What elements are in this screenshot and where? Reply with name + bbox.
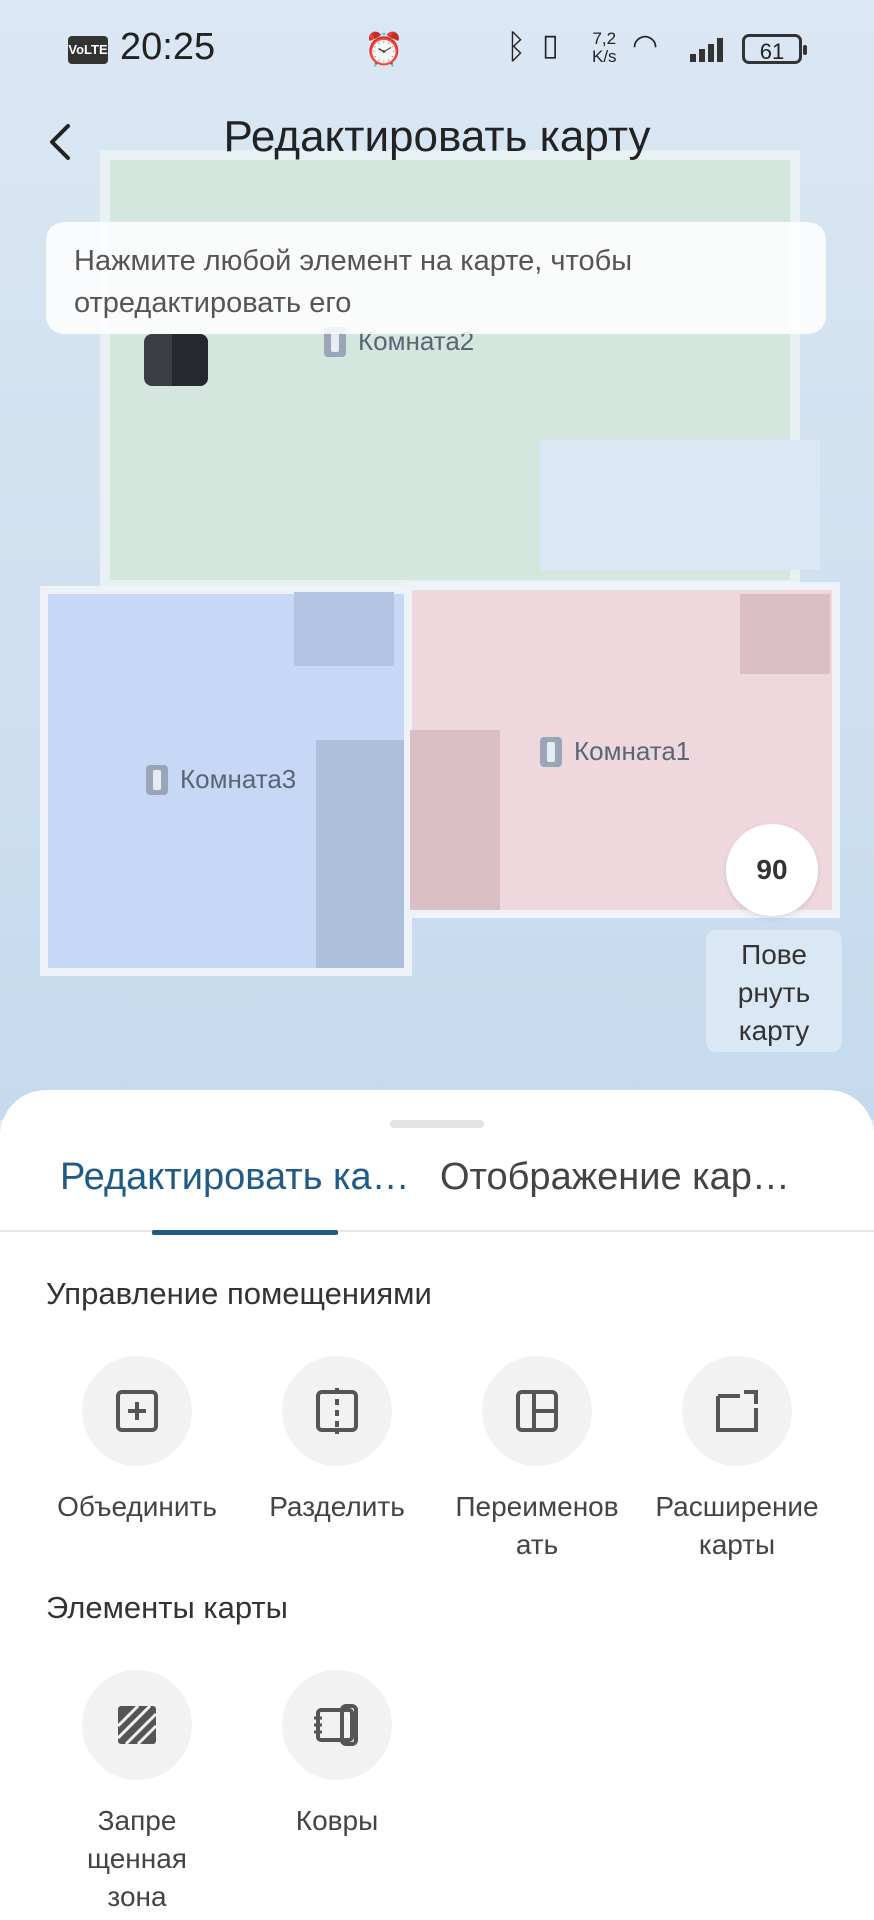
map-area[interactable]: Комната2 Комната3 Комната1 90 Пове рнуть к… xyxy=(0,0,874,1120)
battery-icon: 61 xyxy=(742,34,807,64)
active-tab-indicator xyxy=(152,1230,338,1235)
rotate-icon: 90 xyxy=(756,854,788,885)
map-background-notch xyxy=(540,440,820,570)
robot-dock-icon xyxy=(144,334,208,386)
carpet-icon xyxy=(282,1670,392,1780)
alarm-icon: ⏰ xyxy=(364,31,404,67)
rotate-map-button[interactable]: 90 xyxy=(726,824,818,916)
rename-button[interactable]: Переименов ать xyxy=(442,1356,632,1564)
carpet-label: Ковры xyxy=(295,1805,379,1836)
vibrate-icon: ▯ xyxy=(542,29,559,62)
hint-banner: Нажмите любой элемент на карте, чтобы от… xyxy=(46,222,826,334)
room-3-shade xyxy=(316,740,404,968)
rename-label: Переименов ать xyxy=(455,1491,619,1560)
wifi-icon: ◠ xyxy=(632,29,659,62)
clock: 20:25 xyxy=(120,26,216,68)
signal-icon xyxy=(690,38,726,62)
tab-divider xyxy=(0,1230,874,1232)
tab-bar: Редактировать ка… Отображение кар… xyxy=(0,1156,874,1222)
carpet-button[interactable]: Ковры xyxy=(242,1670,432,1840)
split-icon xyxy=(282,1356,392,1466)
door-icon xyxy=(146,764,168,795)
room-label-3[interactable]: Комната3 xyxy=(146,764,296,795)
room-1-shade xyxy=(740,594,830,674)
split-button[interactable]: Разделить xyxy=(242,1356,432,1526)
rotate-map-label[interactable]: Пове рнуть карту xyxy=(706,930,842,1052)
bluetooth-icon: ᛒ xyxy=(506,28,527,66)
expand-map-button[interactable]: Расширение карты xyxy=(642,1356,832,1564)
status-bar: VoLTE 20:25 ⏰ ᛒ ▯ 7,2 K/s ◠ 61 xyxy=(0,0,874,100)
sheet-drag-handle[interactable] xyxy=(390,1120,484,1128)
section-title-elements: Элементы карты xyxy=(46,1590,288,1625)
page-title: Редактировать карту xyxy=(223,112,651,161)
merge-button[interactable]: Объединить xyxy=(42,1356,232,1526)
merge-icon xyxy=(82,1356,192,1466)
room-name: Комната1 xyxy=(574,736,691,766)
merge-label: Объединить xyxy=(57,1491,217,1522)
no-go-zone-label: Запре щенная зона xyxy=(87,1805,187,1912)
expand-map-label: Расширение карты xyxy=(655,1491,819,1560)
tab-edit-map[interactable]: Редактировать ка… xyxy=(60,1156,410,1199)
no-go-zone-button[interactable]: Запре щенная зона xyxy=(42,1670,232,1916)
room-label-1[interactable]: Комната1 xyxy=(540,736,690,767)
room-3-shade xyxy=(294,592,394,666)
split-label: Разделить xyxy=(269,1491,405,1522)
tab-map-display[interactable]: Отображение кар… xyxy=(440,1156,790,1199)
section-title-rooms: Управление помещениями xyxy=(46,1276,432,1311)
no-go-zone-icon xyxy=(82,1670,192,1780)
volte-icon: VoLTE xyxy=(68,36,108,64)
expand-map-icon xyxy=(682,1356,792,1466)
net-speed: 7,2 K/s xyxy=(592,29,617,66)
door-icon xyxy=(540,736,562,767)
room-name: Комната3 xyxy=(180,764,297,794)
room-1-shade xyxy=(410,730,500,910)
rename-icon xyxy=(482,1356,592,1466)
